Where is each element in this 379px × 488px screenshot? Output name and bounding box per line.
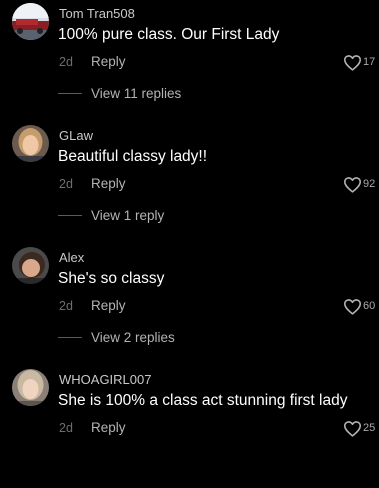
heart-icon (344, 176, 361, 193)
reply-button[interactable]: Reply (91, 54, 126, 69)
comment-timestamp: 2d (59, 421, 73, 435)
comment-username[interactable]: WHOAGIRL007 (59, 372, 151, 387)
like-button[interactable]: 25 (343, 419, 375, 437)
comment-text: 100% pure class. Our First Lady (58, 26, 280, 43)
like-count: 92 (363, 178, 376, 190)
comment-item: GLaw Beautiful classy lady!! 2d Reply 92… (0, 122, 379, 244)
like-button[interactable]: 17 (343, 53, 375, 71)
view-replies-label: View 1 reply (91, 207, 165, 223)
like-button[interactable]: 92 (343, 175, 375, 193)
comment-item: Tom Tran508 100% pure class. Our First L… (0, 0, 379, 122)
like-count: 25 (363, 422, 376, 434)
reply-button[interactable]: Reply (91, 176, 126, 191)
view-replies-button[interactable]: View 1 reply (58, 206, 164, 224)
like-count: 17 (363, 56, 376, 68)
avatar[interactable] (12, 247, 49, 284)
reply-button[interactable]: Reply (91, 420, 126, 435)
comment-text: She is 100% a class act stunning first l… (58, 392, 348, 409)
comment-timestamp: 2d (59, 177, 73, 191)
avatar[interactable] (12, 3, 49, 40)
comment-username[interactable]: GLaw (59, 128, 93, 143)
view-replies-button[interactable]: View 2 replies (58, 328, 175, 346)
comment-item: WHOAGIRL007 She is 100% a class act stun… (0, 366, 379, 488)
divider (58, 214, 82, 216)
divider (58, 92, 82, 94)
comment-text: Beautiful classy lady!! (58, 148, 208, 165)
comment-timestamp: 2d (59, 55, 73, 69)
view-replies-button[interactable]: View 11 replies (58, 84, 181, 102)
view-replies-label: View 2 replies (91, 329, 175, 345)
divider (58, 336, 82, 338)
comment-username[interactable]: Tom Tran508 (59, 6, 135, 21)
comment-username[interactable]: Alex (59, 250, 84, 265)
avatar[interactable] (12, 369, 49, 406)
heart-icon (344, 54, 361, 71)
like-button[interactable]: 60 (343, 297, 375, 315)
reply-button[interactable]: Reply (91, 298, 126, 313)
comment-item: Alex She's so classy 2d Reply 60 View 2 … (0, 244, 379, 366)
heart-icon (344, 420, 361, 437)
heart-icon (344, 298, 361, 315)
like-count: 60 (363, 300, 376, 312)
comment-timestamp: 2d (59, 299, 73, 313)
view-replies-label: View 11 replies (91, 85, 182, 101)
comment-text: She's so classy (58, 270, 165, 287)
avatar[interactable] (12, 125, 49, 162)
